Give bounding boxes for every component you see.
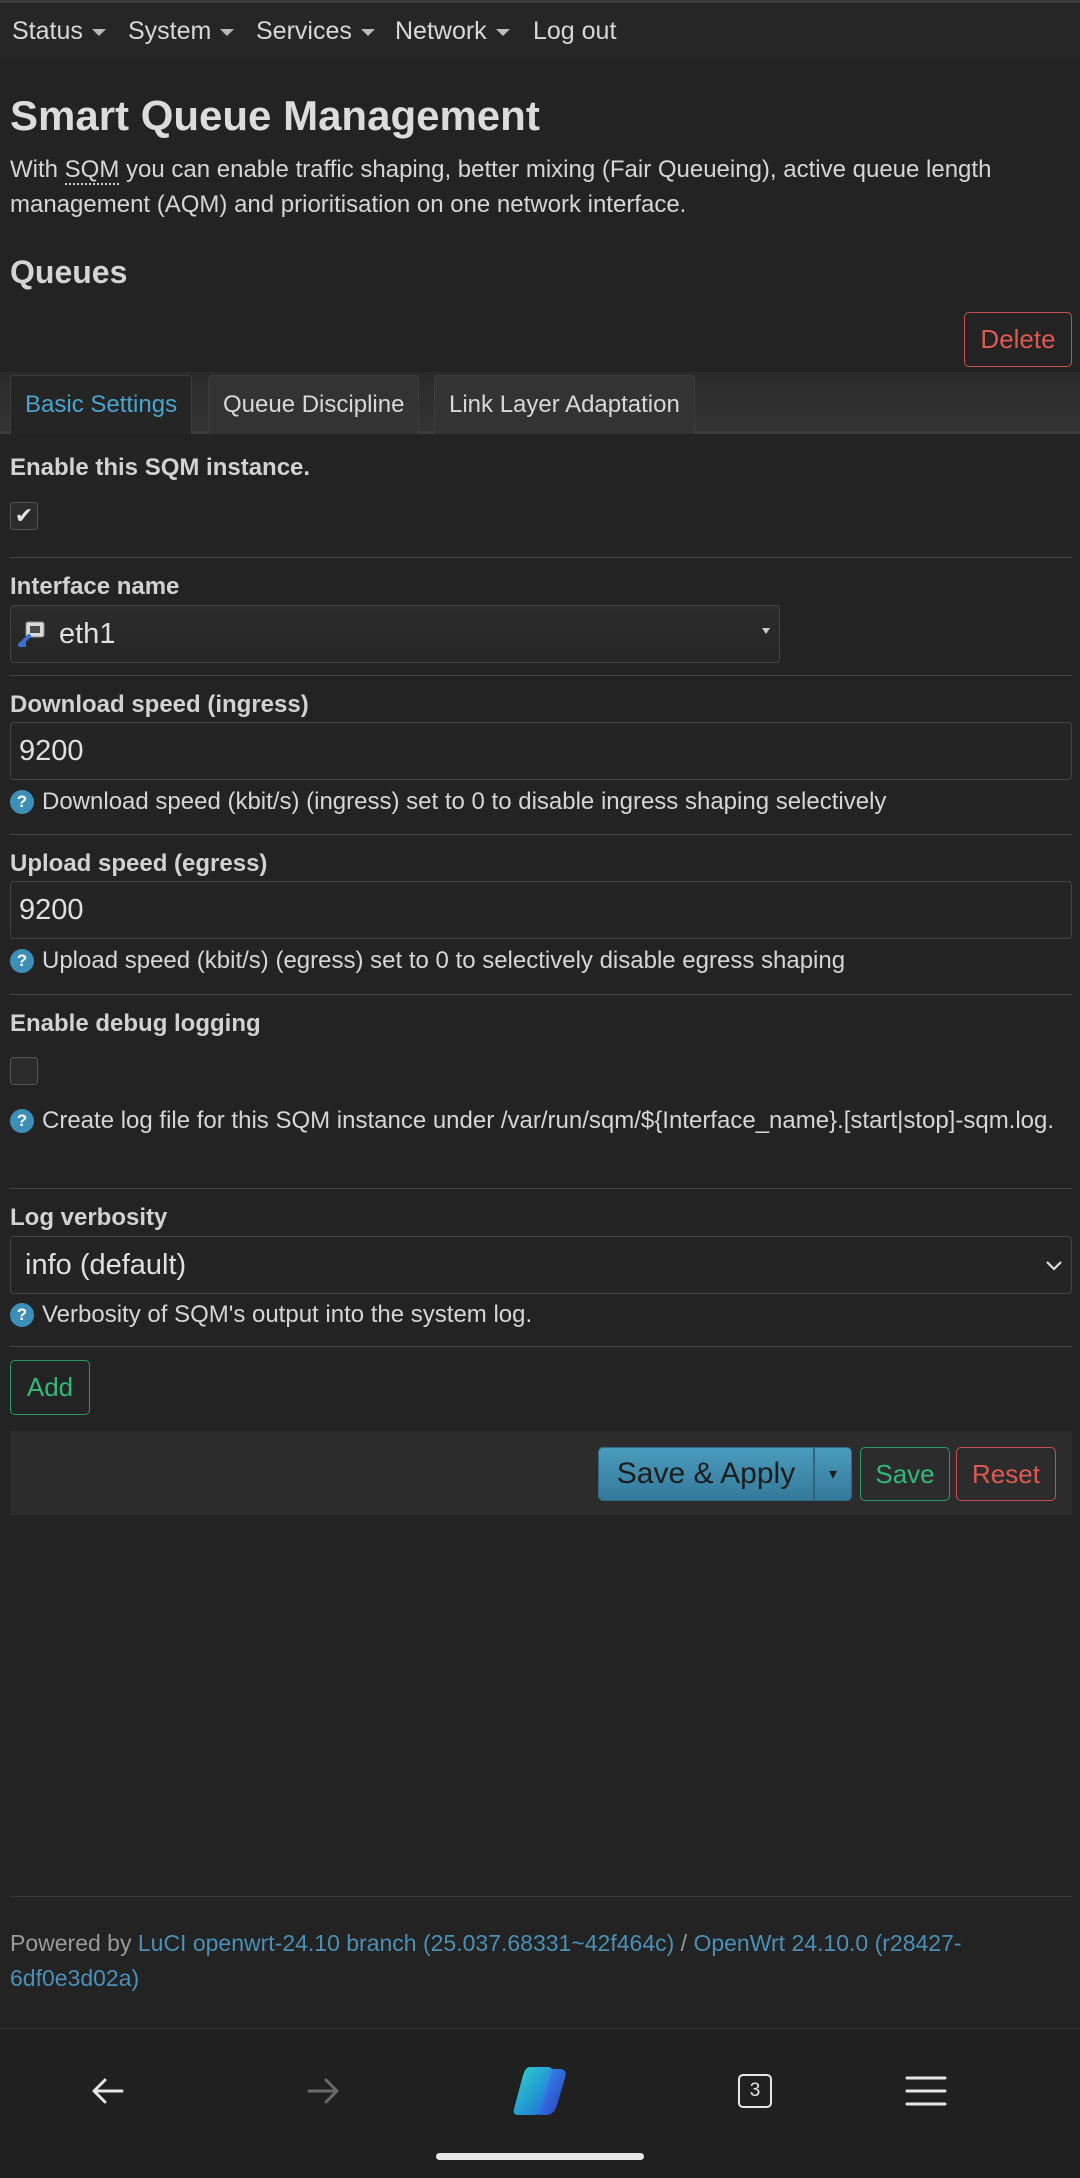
tabs-icon: 3 — [738, 2074, 772, 2108]
nav-status-label: Status — [12, 17, 83, 45]
tabs-button[interactable]: 3 — [720, 2059, 790, 2123]
download-speed-label: Download speed (ingress) — [10, 691, 309, 718]
reset-button[interactable]: Reset — [956, 1447, 1056, 1501]
tab-count: 3 — [749, 2080, 761, 2101]
enable-sqm-checkbox[interactable]: ✔ — [10, 502, 38, 530]
save-apply-button[interactable]: Save & Apply — [598, 1447, 814, 1501]
save-apply-dropdown-button[interactable]: ▾ — [814, 1447, 852, 1501]
forward-button[interactable] — [288, 2059, 358, 2123]
description-prefix: With — [10, 156, 58, 183]
back-button[interactable] — [73, 2059, 143, 2123]
tab-link-layer-adaptation[interactable]: Link Layer Adaptation — [434, 375, 695, 434]
nav-logout[interactable]: Log out — [533, 17, 616, 46]
add-button[interactable]: Add — [10, 1360, 90, 1415]
chevron-down-icon — [1046, 1261, 1062, 1271]
nav-system[interactable]: System — [128, 17, 235, 46]
divider — [10, 1346, 1072, 1347]
page-title: Smart Queue Management — [10, 92, 540, 139]
back-arrow-icon — [92, 2078, 124, 2104]
ethernet-port-icon — [18, 621, 45, 647]
copilot-icon — [513, 2067, 566, 2115]
verbosity-help-text: Verbosity of SQM's output into the syste… — [42, 1301, 533, 1328]
help-icon: ? — [10, 949, 34, 973]
debug-logging-label: Enable debug logging — [10, 1010, 261, 1037]
enable-sqm-label: Enable this SQM instance. — [10, 454, 311, 481]
forward-arrow-icon — [307, 2078, 339, 2104]
help-icon: ? — [10, 1303, 34, 1327]
download-speed-input[interactable]: 9200 — [10, 722, 1072, 780]
interface-select[interactable]: eth1 — [10, 605, 780, 663]
footer-divider — [10, 1896, 1072, 1897]
nav-system-label: System — [128, 17, 212, 45]
caret-down-icon — [360, 28, 375, 36]
debug-help-text: Create log file for this SQM instance un… — [42, 1107, 1055, 1134]
help-icon: ? — [10, 790, 34, 814]
interface-value: eth1 — [59, 617, 116, 650]
page-description: With SQM you can enable traffic shaping,… — [10, 152, 1060, 222]
copilot-button[interactable] — [505, 2059, 575, 2123]
footer: Powered by LuCI openwrt-24.10 branch (25… — [10, 1926, 1060, 1996]
nav-network[interactable]: Network — [395, 17, 510, 46]
tab-basic-settings[interactable]: Basic Settings — [10, 375, 193, 434]
debug-logging-checkbox[interactable] — [10, 1057, 38, 1085]
description-text: you can enable traffic shaping, better m… — [10, 156, 992, 218]
checkmark-icon: ✔ — [14, 503, 34, 528]
action-bar: Save & Apply ▾ Save Reset — [10, 1431, 1072, 1515]
nav-services-label: Services — [256, 17, 352, 45]
footer-prefix: Powered by — [10, 1930, 138, 1956]
upload-speed-input[interactable]: 9200 — [10, 881, 1072, 939]
sqm-abbreviation[interactable]: SQM — [64, 156, 120, 185]
interface-name-label: Interface name — [10, 573, 180, 600]
home-indicator[interactable] — [436, 2153, 644, 2160]
caret-down-icon — [91, 28, 106, 36]
dropdown-arrow-icon: ▾ — [828, 1466, 838, 1483]
dropdown-arrow-icon — [762, 628, 770, 634]
section-title: Queues — [10, 254, 128, 290]
download-help: ? Download speed (kbit/s) (ingress) set … — [10, 785, 1070, 819]
caret-down-icon — [220, 28, 235, 36]
nav-network-label: Network — [395, 17, 487, 45]
footer-separator: / — [674, 1930, 694, 1956]
nav-services[interactable]: Services — [256, 17, 375, 46]
upload-speed-label: Upload speed (egress) — [10, 850, 268, 877]
delete-button[interactable]: Delete — [964, 312, 1072, 367]
divider — [10, 557, 1072, 558]
debug-help: ? Create log file for this SQM instance … — [10, 1104, 1070, 1138]
menu-button[interactable] — [891, 2059, 961, 2123]
save-button[interactable]: Save — [860, 1447, 950, 1501]
verbosity-help: ? Verbosity of SQM's output into the sys… — [10, 1298, 1070, 1332]
divider — [10, 675, 1072, 676]
top-navigation: Status System Services Network Log out — [0, 0, 1080, 60]
upload-help: ? Upload speed (kbit/s) (egress) set to … — [10, 944, 1070, 978]
caret-down-icon — [495, 28, 510, 36]
nav-status[interactable]: Status — [12, 17, 106, 46]
help-icon: ? — [10, 1109, 34, 1133]
log-verbosity-label: Log verbosity — [10, 1204, 168, 1231]
upload-help-text: Upload speed (kbit/s) (egress) set to 0 … — [42, 947, 846, 974]
tab-queue-discipline[interactable]: Queue Discipline — [208, 375, 420, 434]
log-verbosity-value: info (default) — [25, 1248, 187, 1281]
nav-logout-label: Log out — [533, 17, 617, 45]
tab-bar: Basic Settings Queue Discipline Link Lay… — [0, 372, 1080, 434]
divider — [10, 1188, 1072, 1189]
download-help-text: Download speed (kbit/s) (ingress) set to… — [42, 788, 887, 815]
luci-link[interactable]: LuCI openwrt-24.10 branch (25.037.68331~… — [138, 1930, 674, 1956]
divider — [10, 834, 1072, 835]
log-verbosity-select[interactable]: info (default) — [10, 1236, 1072, 1294]
menu-icon — [905, 2076, 947, 2106]
divider — [10, 994, 1072, 995]
